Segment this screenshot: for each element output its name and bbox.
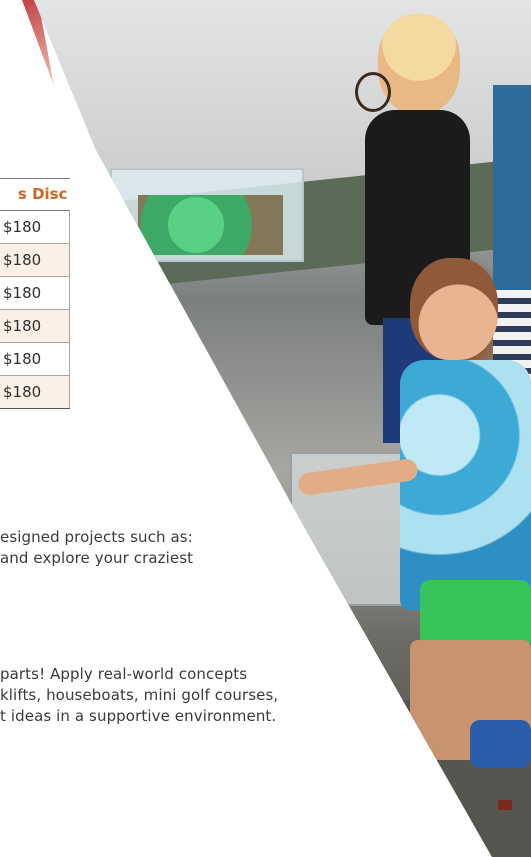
table-row: $180 bbox=[0, 342, 70, 376]
table-row: $180 bbox=[0, 276, 70, 310]
price-cell: $180 bbox=[0, 243, 70, 277]
price-cell: $180 bbox=[0, 210, 70, 244]
photo-glasses bbox=[355, 72, 391, 112]
document-page: s Disc $180 $180 $180 $180 $180 $180 esi… bbox=[0, 0, 531, 857]
photo-child-2-shirt bbox=[493, 85, 531, 295]
price-cell: $180 bbox=[0, 309, 70, 343]
concepts-paragraph: parts! Apply real-world concepts klifts,… bbox=[0, 664, 278, 727]
photo-bin-contents bbox=[138, 195, 283, 255]
table-row: $180 bbox=[0, 243, 70, 277]
photo-shoe bbox=[470, 720, 531, 768]
paragraph-line: t ideas in a supportive environment. bbox=[0, 707, 277, 725]
paragraph-line: esigned projects such as: bbox=[0, 528, 193, 546]
price-cell: $180 bbox=[0, 276, 70, 310]
price-cell: $180 bbox=[0, 375, 70, 409]
paragraph-line: parts! Apply real-world concepts bbox=[0, 665, 248, 683]
projects-paragraph: esigned projects such as: and explore yo… bbox=[0, 527, 193, 569]
photo-toy-block bbox=[498, 800, 512, 810]
photo-child-head bbox=[378, 14, 460, 114]
pricing-table: s Disc $180 $180 $180 $180 $180 $180 bbox=[0, 178, 70, 409]
photo-child-3-head bbox=[410, 258, 498, 360]
table-row: $180 bbox=[0, 210, 70, 244]
discount-column-header: s Disc bbox=[0, 178, 70, 211]
table-header-row: s Disc bbox=[0, 178, 70, 211]
paragraph-line: klifts, houseboats, mini golf courses, bbox=[0, 686, 279, 704]
table-row: $180 bbox=[0, 309, 70, 343]
table-row: $180 bbox=[0, 375, 70, 409]
price-cell: $180 bbox=[0, 342, 70, 376]
kids-building-photo bbox=[34, 0, 531, 857]
photo-child-3-shirt bbox=[400, 360, 531, 610]
paragraph-line: and explore your craziest bbox=[0, 549, 194, 567]
